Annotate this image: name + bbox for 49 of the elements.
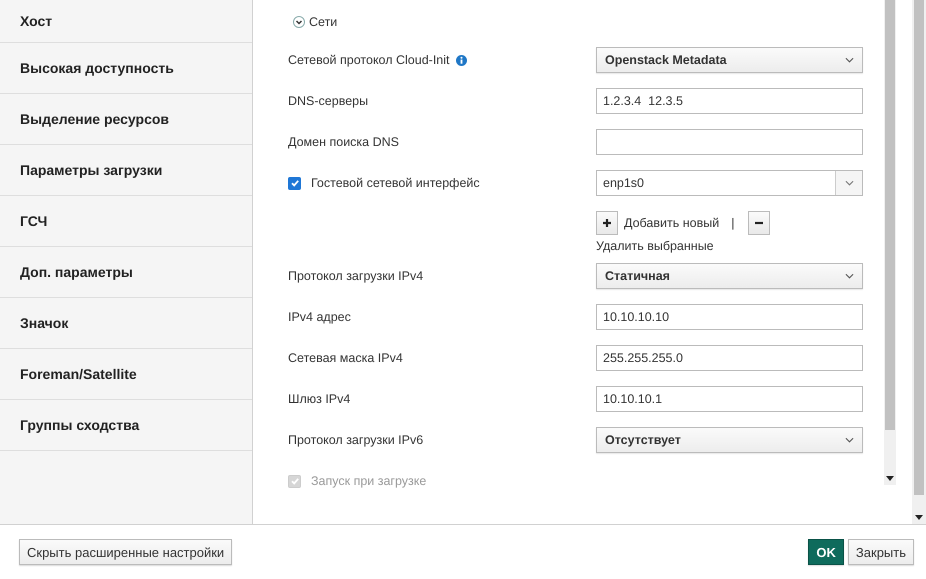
input-field[interactable] (596, 129, 863, 155)
sidebar-item[interactable]: Параметры загрузки (0, 145, 252, 196)
sidebar-item[interactable]: Доп. параметры (0, 247, 252, 298)
input-field[interactable]: 255.255.255.0 (596, 345, 863, 371)
input-field[interactable]: 1.2.3.4 12.3.5 (596, 88, 863, 114)
section-title: Сети (309, 15, 338, 29)
field-label: Сетевой протокол Cloud-Init (288, 53, 450, 67)
sidebar-item[interactable]: Высокая доступность (0, 43, 252, 94)
scroll-down-icon[interactable] (886, 476, 894, 481)
ok-button[interactable]: OK (808, 539, 844, 565)
field-label: Шлюз IPv4 (288, 392, 350, 406)
scroll-down-icon[interactable] (915, 515, 923, 520)
scrollbar[interactable] (912, 0, 926, 524)
field-label: IPv4 адрес (288, 310, 351, 324)
chevron-down-icon (845, 437, 854, 443)
field-label: Протокол загрузки IPv6 (288, 433, 424, 447)
sidebar-item[interactable]: Foreman/Satellite (0, 349, 252, 400)
sidebar-item[interactable]: Выделение ресурсов (0, 94, 252, 145)
checkbox[interactable] (288, 176, 301, 190)
info-icon[interactable] (456, 54, 466, 66)
remove-button[interactable] (748, 211, 770, 235)
sidebar-item[interactable]: ГСЧ (0, 196, 252, 247)
separator-text: | (731, 216, 734, 230)
input-field[interactable]: 10.10.10.10 (596, 304, 863, 330)
hide-advanced-button[interactable]: Скрыть расширенные настройки (19, 539, 232, 565)
remove-label[interactable]: Удалить выбранные (596, 239, 714, 253)
sidebar-item[interactable]: Хост (0, 0, 252, 43)
close-button[interactable]: Закрыть (848, 539, 914, 565)
dropdown[interactable]: Openstack Metadata (596, 47, 863, 73)
expand-icon[interactable] (293, 16, 305, 28)
field-label: Запуск при загрузке (311, 474, 426, 488)
field-label: Протокол загрузки IPv4 (288, 269, 424, 283)
field-label: Гостевой сетевой интерфейс (311, 176, 480, 190)
chevron-down-icon (844, 180, 854, 186)
field-label: DNS-серверы (288, 94, 368, 108)
field-label: Домен поиска DNS (288, 135, 399, 149)
sidebar-item[interactable]: Значок (0, 298, 252, 349)
field-label: Сетевая маска IPv4 (288, 351, 403, 365)
scrollbar[interactable] (884, 0, 896, 485)
chevron-down-icon (845, 57, 854, 63)
combo-field[interactable]: enp1s0 (596, 170, 863, 196)
chevron-down-icon (845, 273, 854, 279)
sidebar-item[interactable]: Группы сходства (0, 400, 252, 451)
plus-icon (602, 218, 612, 228)
input-field[interactable]: 10.10.10.1 (596, 386, 863, 412)
dropdown[interactable]: Статичная (596, 263, 863, 289)
add-button[interactable] (596, 211, 618, 235)
dropdown[interactable]: Отсутствует (596, 427, 863, 453)
add-label[interactable]: Добавить новый (624, 216, 720, 230)
